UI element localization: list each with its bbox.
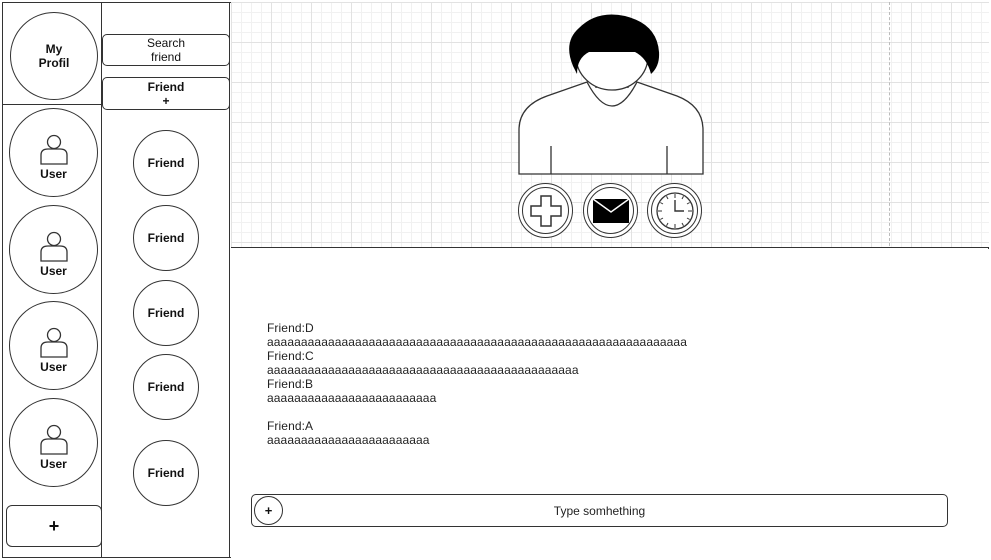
message-list: Friend:D aaaaaaaaaaaaaaaaaaaaaaaaaaaaaaa… (267, 321, 687, 447)
user-label: User (40, 456, 67, 471)
guide-line (889, 2, 890, 246)
user-icon (39, 134, 68, 165)
history-action-inner (651, 187, 698, 234)
user-icon (39, 424, 68, 455)
attach-button[interactable]: + (254, 496, 283, 525)
message-item: Friend:B aaaaaaaaaaaaaaaaaaaaaaaaa (267, 377, 687, 405)
user-item[interactable]: User (9, 205, 98, 294)
friend-label: Friend (147, 306, 185, 320)
message-text: aaaaaaaaaaaaaaaaaaaaaaaaa (267, 391, 437, 405)
message-sender: Friend:C (267, 349, 314, 363)
user-item[interactable]: User (9, 398, 98, 487)
friend-item[interactable]: Friend (133, 354, 199, 420)
history-action-button[interactable] (647, 183, 702, 238)
message-input-placeholder: Type somhething (553, 503, 646, 518)
user-label: User (40, 166, 67, 181)
friend-item[interactable]: Friend (133, 280, 199, 346)
attach-label: + (264, 503, 273, 518)
message-action-button[interactable] (583, 183, 638, 238)
add-friend-label: Friend + (147, 79, 185, 108)
friend-item[interactable]: Friend (133, 205, 199, 271)
user-label: User (40, 263, 67, 278)
chat-panel: Friend:D aaaaaaaaaaaaaaaaaaaaaaaaaaaaaaa… (231, 249, 989, 558)
message-text: aaaaaaaaaaaaaaaaaaaaaaaaaaaaaaaaaaaaaaaa… (267, 335, 687, 349)
plus-icon (529, 194, 562, 227)
friend-profile-panel (231, 2, 989, 248)
users-sidebar: My Profil User User User User + (2, 2, 102, 558)
add-action-inner (522, 187, 569, 234)
add-friend-action-button[interactable] (518, 183, 573, 238)
message-input[interactable]: + Type somhething (251, 494, 948, 527)
friends-sidebar: Search friend Friend + Friend Friend Fri… (102, 2, 230, 558)
user-item[interactable]: User (9, 108, 98, 197)
friend-label: Friend (147, 231, 185, 245)
sidebar-divider (2, 104, 102, 105)
friend-item[interactable]: Friend (133, 440, 199, 506)
search-friend-button[interactable]: Search friend (102, 34, 230, 66)
friend-label: Friend (147, 466, 185, 480)
add-user-label: + (48, 515, 60, 536)
message-sender: Friend:A (267, 419, 314, 433)
message-sender: Friend:B (267, 377, 314, 391)
add-friend-button[interactable]: Friend + (102, 77, 230, 110)
friend-avatar-icon (518, 14, 704, 175)
friend-label: Friend (147, 156, 185, 170)
message-item: Friend:C aaaaaaaaaaaaaaaaaaaaaaaaaaaaaaa… (267, 349, 687, 377)
friend-label: Friend (147, 380, 185, 394)
add-user-button[interactable]: + (6, 505, 102, 547)
user-item[interactable]: User (9, 301, 98, 390)
message-sender: Friend:D (267, 321, 314, 335)
message-item: Friend:D aaaaaaaaaaaaaaaaaaaaaaaaaaaaaaa… (267, 321, 687, 349)
search-friend-label: Search friend (146, 36, 186, 64)
message-text: aaaaaaaaaaaaaaaaaaaaaaaaaaaaaaaaaaaaaaaa… (267, 363, 579, 377)
my-profile-button[interactable]: My Profil (10, 12, 98, 100)
envelope-icon (592, 197, 629, 223)
friend-item[interactable]: Friend (133, 130, 199, 196)
my-profile-label: My Profil (38, 42, 70, 70)
user-icon (39, 231, 68, 262)
message-text: aaaaaaaaaaaaaaaaaaaaaaaa (267, 433, 430, 447)
user-icon (39, 327, 68, 358)
message-action-inner (587, 187, 634, 234)
message-item: Friend:A aaaaaaaaaaaaaaaaaaaaaaaa (267, 419, 687, 447)
user-label: User (40, 359, 67, 374)
clock-icon (655, 191, 694, 230)
